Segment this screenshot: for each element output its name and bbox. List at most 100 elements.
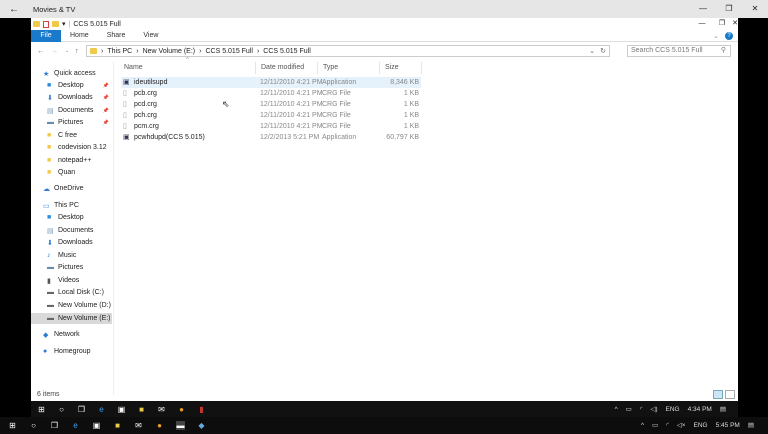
customize-dropdown-icon[interactable]: ▾ [62,20,66,28]
back-button[interactable]: ← [37,48,44,55]
address-dropdown-icon[interactable]: ⌄ [589,47,595,55]
show-hidden-icons[interactable]: ^ [641,422,644,429]
task-view-icon[interactable]: ❐ [50,421,59,430]
up-button[interactable]: ↑ [75,48,79,55]
file-size: 1 KB [403,123,419,130]
battery-icon[interactable]: ▭ [652,421,658,429]
show-hidden-icons[interactable]: ^ [615,406,618,413]
file-explorer-icon[interactable]: ■ [137,405,146,414]
forward-button[interactable]: → [51,48,58,55]
sidebar-item[interactable]: ⬇ Downloads 📌 [31,92,112,103]
clock[interactable]: 4:34 PM [688,406,712,413]
sidebar-item[interactable]: ▬ New Volume (D:) [31,300,112,311]
action-center-icon[interactable]: ▤ [748,421,754,429]
wifi-icon[interactable]: ◜ [640,405,643,413]
sidebar-item[interactable]: ▮ Videos [31,275,112,286]
language-indicator[interactable]: ENG [694,422,708,429]
sidebar-item[interactable]: ■ C free [31,130,112,141]
sidebar-item[interactable]: ■ notepad++ [31,155,112,166]
pin-icon[interactable]: 📌 [103,95,109,101]
breadcrumb-item[interactable]: CCS 5.015 Full [205,48,252,55]
properties-icon[interactable] [43,20,49,28]
column-header-type[interactable]: Type [318,62,380,74]
sidebar-item[interactable]: ▬ Pictures [31,262,112,273]
sidebar-item[interactable]: ■ Desktop [31,212,112,223]
start-icon[interactable]: ⊞ [8,421,17,430]
cortana-icon[interactable]: ○ [57,405,66,414]
sidebar-item[interactable]: ♪ Music [31,250,112,261]
breadcrumb-item[interactable]: New Volume (E:) [143,48,196,55]
expand-ribbon-icon[interactable]: ⌄ [713,32,719,40]
sidebar-item[interactable]: ■ Quan [31,167,112,178]
tab-home[interactable]: Home [61,30,98,42]
file-explorer-icon[interactable]: ■ [113,421,122,430]
column-header-size[interactable]: Size [380,62,422,74]
mail-icon[interactable]: ✉ [134,421,143,430]
battery-icon[interactable]: ▭ [626,405,632,413]
large-icons-view-button[interactable] [725,390,735,399]
pin-icon[interactable]: 📌 [103,120,109,126]
breadcrumb-item[interactable]: This PC [107,48,132,55]
help-icon[interactable]: ? [725,31,733,40]
address-bar[interactable]: › This PC › New Volume (E:) › CCS 5.015 Ful… [86,45,610,57]
new-folder-icon[interactable] [52,21,59,27]
store-icon[interactable]: ▣ [117,405,126,414]
sidebar-item-label: Pictures [58,119,84,126]
sidebar-item[interactable]: ▬ Local Disk (C:) [31,287,112,298]
sidebar-item[interactable]: ★ Quick access [31,68,112,79]
mail-icon[interactable]: ✉ [157,405,166,414]
search-input[interactable]: Search CCS 5.015 Full ⚲ [627,45,731,57]
sidebar-item[interactable]: ▬ New Volume (E:) [31,313,112,324]
tab-share[interactable]: Share [98,30,135,42]
tab-view[interactable]: View [134,30,167,42]
file-row[interactable]: ▣ pcwhdupd(CCS 5.015) 12/2/2013 5:21 PM … [121,132,421,143]
volume-icon[interactable]: ◁) [650,405,657,413]
task-view-icon[interactable]: ❐ [77,405,86,414]
column-header-date[interactable]: Date modified [256,62,318,74]
sidebar-item[interactable]: ☁ OneDrive [31,183,112,194]
edge-icon[interactable]: e [97,405,106,414]
close-button[interactable]: ✕ [742,0,768,18]
file-row[interactable]: ▯ pch.crg 12/11/2010 4:21 PM CRG File 1 … [121,110,421,121]
file-date: 12/2/2013 5:21 PM [260,134,320,141]
file-row[interactable]: ▣ ideutilsupd 12/11/2010 4:21 PM Applica… [121,77,421,88]
file-row[interactable]: ▯ pcb.crg 12/11/2010 4:21 PM CRG File 1 … [121,88,421,99]
sidebar-item[interactable]: ● Homegroup [31,346,112,357]
language-indicator[interactable]: ENG [666,406,680,413]
app-icon[interactable]: ▮ [197,405,206,414]
refresh-icon[interactable]: ↻ [600,47,606,55]
tab-file[interactable]: File [31,29,61,42]
pin-icon[interactable]: 📌 [103,108,109,114]
file-row[interactable]: ▯ pcm.crg 12/11/2010 4:21 PM CRG File 1 … [121,121,421,132]
sidebar-item[interactable]: ■ codevision 3.12 [31,142,112,153]
store-icon[interactable]: ▣ [92,421,101,430]
cortana-icon[interactable]: ○ [29,421,38,430]
movies-tv-icon[interactable]: ▬ [176,421,185,430]
start-icon[interactable]: ⊞ [37,405,46,414]
sidebar-item[interactable]: ▤ Documents 📌 [31,105,112,116]
action-center-icon[interactable]: ▤ [720,405,726,413]
sidebar-item[interactable]: ▭ This PC [31,200,112,211]
volume-icon[interactable]: ◁× [677,421,686,429]
edge-icon[interactable]: e [71,421,80,430]
recent-locations-icon[interactable]: ⌄ [65,48,69,54]
breadcrumb-item[interactable]: CCS 5.015 Full [263,48,310,55]
sidebar-item[interactable]: ◆ Network [31,329,112,340]
homegroup-icon: ● [43,348,48,355]
sidebar-item[interactable]: ▬ Pictures 📌 [31,117,112,128]
app-icon[interactable]: ◆ [197,421,206,430]
sidebar-item[interactable]: ⬇ Downloads [31,237,112,248]
chrome-icon[interactable]: ● [177,405,186,414]
wifi-icon[interactable]: ◜ [666,421,669,429]
search-icon: ⚲ [720,47,726,54]
chrome-icon[interactable]: ● [155,421,164,430]
sidebar-item[interactable]: ■ Desktop 📌 [31,80,112,91]
documents-icon: ▤ [47,107,54,115]
file-row[interactable]: ▯ pcd.crg 12/11/2010 4:21 PM CRG File 1 … [121,99,421,110]
pin-icon[interactable]: 📌 [103,83,109,89]
column-header-name[interactable]: Name [119,62,256,74]
clock[interactable]: 5:45 PM [716,422,740,429]
back-arrow-icon[interactable]: ← [0,4,28,15]
sidebar-item[interactable]: ▤ Documents [31,225,112,236]
details-view-button[interactable] [713,390,723,399]
